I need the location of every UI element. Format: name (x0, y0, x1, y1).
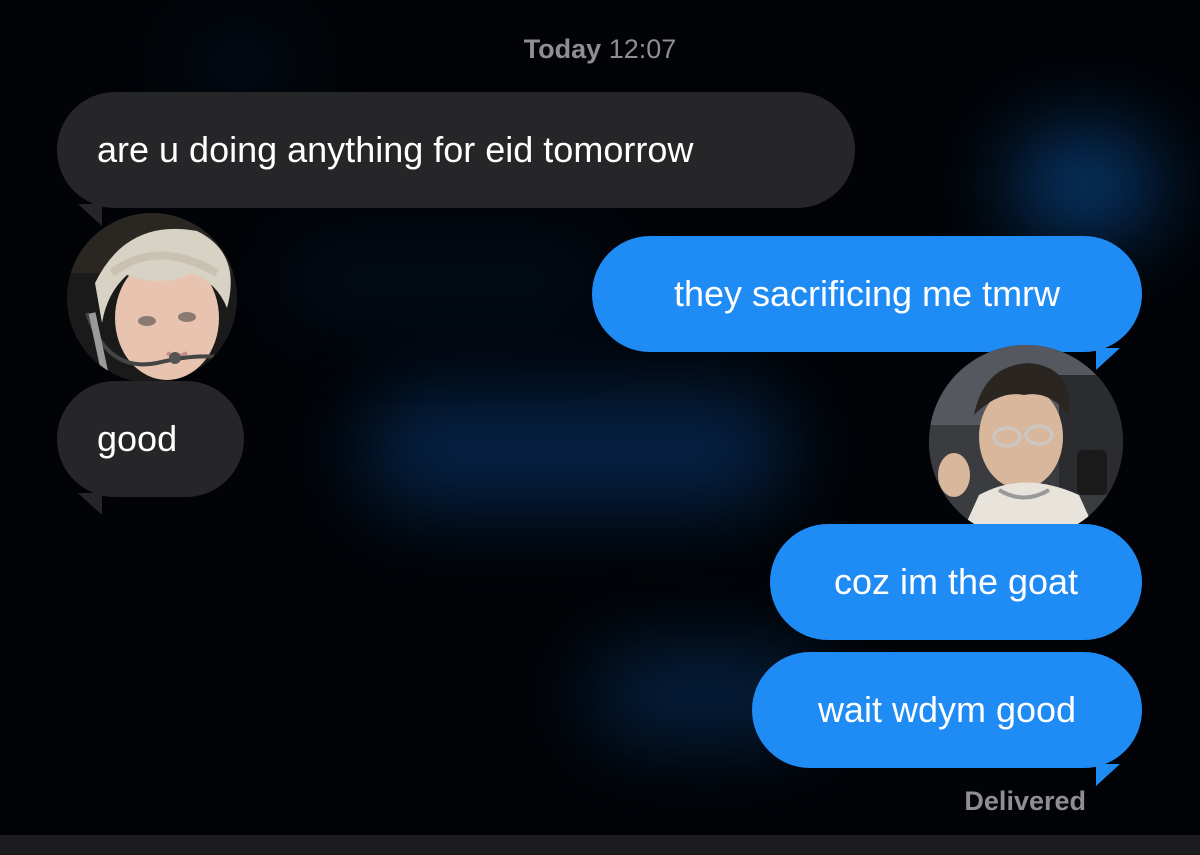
bubble-tail (1096, 348, 1120, 370)
message-text: good (97, 418, 178, 459)
user-avatar-icon (929, 345, 1123, 539)
timestamp-time: 12:07 (608, 34, 677, 64)
message-bubble-outgoing[interactable]: they sacrificing me tmrw (592, 236, 1142, 352)
message-text: they sacrificing me tmrw (673, 273, 1061, 314)
bubble-tail (78, 493, 102, 515)
message-text: coz im the goat (833, 561, 1079, 602)
timestamp-day: Today (523, 34, 602, 64)
bubble-tail (78, 204, 102, 226)
message-bubble-incoming[interactable]: good (57, 381, 244, 497)
contact-avatar[interactable] (67, 213, 237, 383)
message-bubble-incoming[interactable]: are u doing anything for eid tomorrow (57, 92, 855, 208)
message-text: are u doing anything for eid tomorrow (97, 129, 694, 170)
message-bubble-outgoing[interactable]: wait wdym good (752, 652, 1142, 768)
bottom-bar (0, 835, 1200, 855)
message-text: wait wdym good (817, 689, 1077, 730)
delivery-status: Delivered (964, 786, 1086, 816)
contact-avatar-icon (67, 213, 237, 383)
bubble-tail (1096, 764, 1120, 786)
message-bubble-outgoing[interactable]: coz im the goat (770, 524, 1142, 640)
background-glow (360, 390, 790, 510)
background-glow (1010, 130, 1160, 240)
chat-view: Today 12:07 are u doing anything for eid… (0, 0, 1200, 835)
background-glow (280, 240, 610, 320)
user-avatar[interactable] (929, 345, 1123, 539)
conversation-timestamp: Today 12:07 (0, 34, 1200, 65)
